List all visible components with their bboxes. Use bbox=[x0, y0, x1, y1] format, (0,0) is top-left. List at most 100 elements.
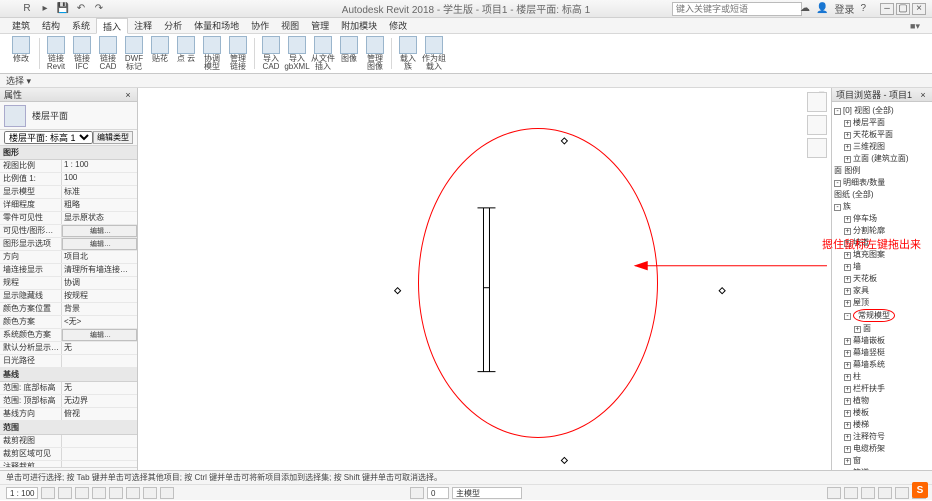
tree-node[interactable]: +柱 bbox=[834, 370, 930, 382]
tree-node[interactable]: +窗 bbox=[834, 454, 930, 466]
tree-node[interactable]: +幕墙嵌板 bbox=[834, 334, 930, 346]
ribbon-btn-12[interactable]: 图像 bbox=[336, 34, 362, 73]
ribbon-btn-3[interactable]: 链接 CAD bbox=[95, 34, 121, 73]
tree-node[interactable]: +植物 bbox=[834, 394, 930, 406]
cloud-icon[interactable]: ☁ bbox=[800, 3, 810, 14]
props-row[interactable]: 规程协调 bbox=[0, 277, 137, 290]
browser-close-icon[interactable]: × bbox=[918, 90, 928, 100]
properties-grid[interactable]: 图形视图比例1 : 100比例值 1:100显示模型标准详细程度粗略零件可见性显… bbox=[0, 146, 137, 467]
login-link[interactable]: 登录 bbox=[834, 1, 854, 16]
sr5[interactable] bbox=[895, 487, 909, 499]
tree-node[interactable]: +面 bbox=[834, 322, 930, 334]
tab-mass[interactable]: 体量和场地 bbox=[188, 18, 245, 34]
tab-arch[interactable]: 建筑 bbox=[6, 18, 36, 34]
sb6[interactable] bbox=[126, 487, 140, 499]
props-row[interactable]: 范围: 顶部标高无边界 bbox=[0, 395, 137, 408]
ribbon-btn-11[interactable]: 从文件 插入 bbox=[310, 34, 336, 73]
open-icon[interactable]: ▸ bbox=[38, 2, 52, 16]
props-row[interactable]: 零件可见性显示原状态 bbox=[0, 212, 137, 225]
props-row[interactable]: 日光路径 bbox=[0, 355, 137, 368]
ribbon-btn-14[interactable]: 载入 族 bbox=[395, 34, 421, 73]
ribbon-btn-0[interactable]: 修改 bbox=[6, 34, 36, 73]
tree-node[interactable]: +楼梯 bbox=[834, 418, 930, 430]
sr1[interactable] bbox=[827, 487, 841, 499]
tree-node[interactable]: +楼层平面 bbox=[834, 116, 930, 128]
props-row[interactable]: 视图比例1 : 100 bbox=[0, 160, 137, 173]
tab-analyze[interactable]: 分析 bbox=[158, 18, 188, 34]
tab-view[interactable]: 视图 bbox=[275, 18, 305, 34]
props-row[interactable]: 裁剪视图 bbox=[0, 435, 137, 448]
browser-tree[interactable]: -[0] 视图 (全部)+楼层平面+天花板平面+三维视图+立面 (建筑立面)面 … bbox=[832, 102, 932, 483]
ribbon-btn-7[interactable]: 协调 模型 bbox=[199, 34, 225, 73]
tree-node[interactable]: +幕墙竖梃 bbox=[834, 346, 930, 358]
sr3[interactable] bbox=[861, 487, 875, 499]
tree-node[interactable]: +楼板 bbox=[834, 406, 930, 418]
save-icon[interactable]: 💾 bbox=[56, 2, 70, 16]
props-row[interactable]: 显示模型标准 bbox=[0, 186, 137, 199]
sr4[interactable] bbox=[878, 487, 892, 499]
select-dropdown[interactable]: 选择 ▾ bbox=[6, 74, 31, 87]
sm1[interactable] bbox=[410, 487, 424, 499]
main-model-box[interactable]: 主模型 bbox=[452, 487, 522, 499]
tree-node[interactable]: +屋顶 bbox=[834, 296, 930, 308]
tree-node[interactable]: +家具 bbox=[834, 284, 930, 296]
ribbon-btn-1[interactable]: 链接 Revit bbox=[43, 34, 69, 73]
tree-node[interactable]: 图纸 (全部) bbox=[834, 188, 930, 200]
sb4[interactable] bbox=[92, 487, 106, 499]
user-icon[interactable]: 👤 bbox=[816, 3, 828, 14]
sr2[interactable] bbox=[844, 487, 858, 499]
ribbon-btn-6[interactable]: 点 云 bbox=[173, 34, 199, 73]
tree-node[interactable]: +分割轮廓 bbox=[834, 224, 930, 236]
ribbon-help-icon[interactable]: ■▾ bbox=[904, 18, 926, 34]
tab-anno[interactable]: 注释 bbox=[128, 18, 158, 34]
tree-node[interactable]: +栏杆扶手 bbox=[834, 382, 930, 394]
edit-type-button[interactable]: 编辑类型 bbox=[93, 131, 133, 144]
props-row[interactable]: 默认分析显示…无 bbox=[0, 342, 137, 355]
tab-sys[interactable]: 系统 bbox=[66, 18, 96, 34]
ribbon-btn-15[interactable]: 作为组 载入 bbox=[421, 34, 447, 73]
ribbon-btn-4[interactable]: DWF 标记 bbox=[121, 34, 147, 73]
tab-collab[interactable]: 协作 bbox=[245, 18, 275, 34]
minimize-button[interactable]: – bbox=[880, 3, 894, 15]
props-row[interactable]: 范围: 底部标高无 bbox=[0, 382, 137, 395]
help-icon[interactable]: ? bbox=[860, 3, 866, 14]
props-category[interactable]: 范围 bbox=[0, 421, 137, 435]
sb5[interactable] bbox=[109, 487, 123, 499]
props-category[interactable]: 图形 bbox=[0, 146, 137, 160]
tab-struct[interactable]: 结构 bbox=[36, 18, 66, 34]
tab-insert[interactable]: 插入 bbox=[96, 18, 128, 34]
worksets-count[interactable]: 0 bbox=[427, 487, 449, 499]
props-row[interactable]: 基线方向俯视 bbox=[0, 408, 137, 421]
ribbon-btn-2[interactable]: 链接 IFC bbox=[69, 34, 95, 73]
props-row[interactable]: 方向项目北 bbox=[0, 251, 137, 264]
tree-node[interactable]: -族 bbox=[834, 200, 930, 212]
properties-close-icon[interactable]: × bbox=[123, 90, 133, 100]
props-row[interactable]: 系统颜色方案编辑… bbox=[0, 329, 137, 342]
app-menu-icon[interactable]: R bbox=[20, 2, 34, 16]
props-row[interactable]: 颜色方案<无> bbox=[0, 316, 137, 329]
undo-icon[interactable]: ↶ bbox=[74, 2, 88, 16]
tab-modify[interactable]: 修改 bbox=[383, 18, 413, 34]
tab-addin[interactable]: 附加模块 bbox=[335, 18, 383, 34]
sb3[interactable] bbox=[75, 487, 89, 499]
props-row[interactable]: 裁剪区域可见 bbox=[0, 448, 137, 461]
tab-manage[interactable]: 管理 bbox=[305, 18, 335, 34]
sb1[interactable] bbox=[41, 487, 55, 499]
scale-box[interactable]: 1 : 100 bbox=[6, 487, 38, 499]
ribbon-btn-10[interactable]: 导入 gbXML bbox=[284, 34, 310, 73]
props-row[interactable]: 可见性/图形…编辑… bbox=[0, 225, 137, 238]
tree-node[interactable]: +停车场 bbox=[834, 212, 930, 224]
tree-node[interactable]: 面 图例 bbox=[834, 164, 930, 176]
ribbon-btn-9[interactable]: 导入 CAD bbox=[258, 34, 284, 73]
tree-node[interactable]: -明细表/数量 bbox=[834, 176, 930, 188]
close-button[interactable]: × bbox=[912, 3, 926, 15]
ribbon-btn-8[interactable]: 管理 链接 bbox=[225, 34, 251, 73]
sb8[interactable] bbox=[160, 487, 174, 499]
sb7[interactable] bbox=[143, 487, 157, 499]
tree-node[interactable]: +天花板平面 bbox=[834, 128, 930, 140]
tree-node[interactable]: +电缆桥架 bbox=[834, 442, 930, 454]
tree-node[interactable]: +天花板 bbox=[834, 272, 930, 284]
props-row[interactable]: 图形显示选项编辑… bbox=[0, 238, 137, 251]
tree-node[interactable]: -常规模型 bbox=[834, 308, 930, 322]
tree-node[interactable]: +幕墙系统 bbox=[834, 358, 930, 370]
